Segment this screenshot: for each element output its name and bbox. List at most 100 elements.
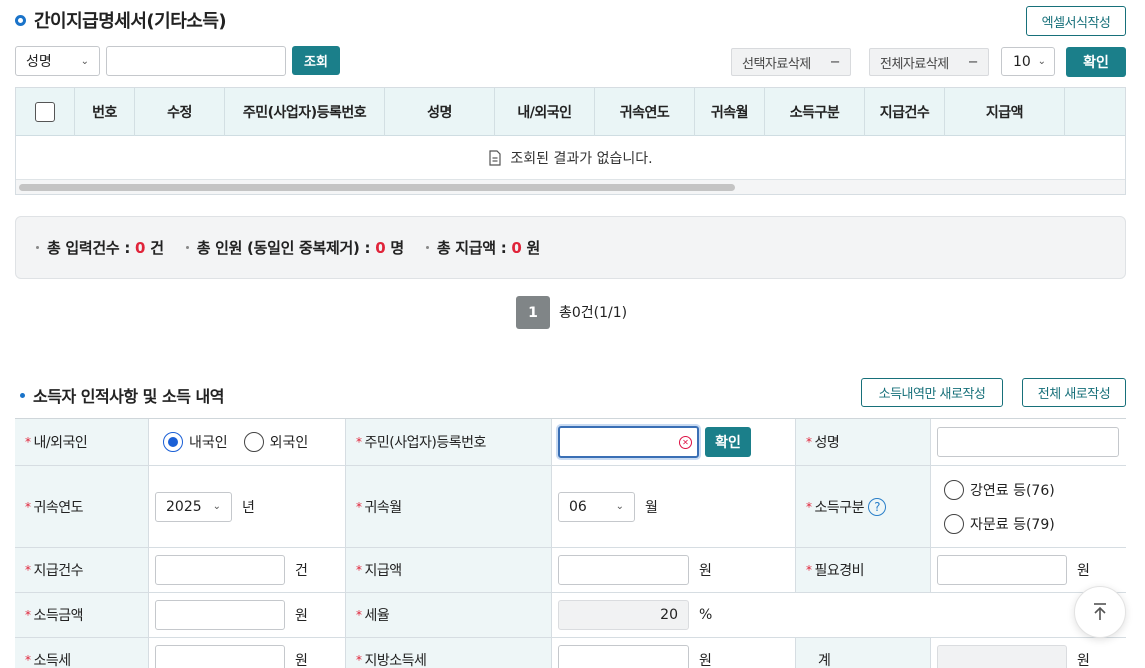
chevron-down-icon: ⌄ xyxy=(212,501,221,512)
radio-lecture-fee-indicator[interactable] xyxy=(944,479,964,500)
tax-rate-cell: 20 % xyxy=(552,593,1126,637)
regno-cell: ✕ 확인 xyxy=(552,419,796,465)
form-row-5: * 소득세 원 * 지방소득세 원 계 원 xyxy=(15,638,1126,668)
form-row-1: * 내/외국인 내국인 외국인 * 주민(사업자)등록번호 ✕ 확인 * 성명 xyxy=(15,419,1126,466)
col-regno[interactable]: 주민(사업자)등록번호 xyxy=(225,88,385,136)
page-1-button[interactable]: 1 xyxy=(516,296,550,329)
summary-total-people: 총 인원 (동일인 중복제거) : 0 명 xyxy=(185,237,404,258)
income-tax-input[interactable] xyxy=(155,645,285,668)
col-number[interactable]: 번호 xyxy=(75,88,135,136)
select-all-cell xyxy=(16,88,75,136)
search-field-select[interactable]: 성명 ⌄ xyxy=(15,46,100,76)
expense-label: * 필요경비 xyxy=(796,548,931,592)
radio-foreign[interactable]: 외국인 xyxy=(243,432,308,452)
new-income-only-button[interactable]: 소득내역만 새로작성 xyxy=(861,378,1003,407)
regno-input[interactable]: ✕ xyxy=(558,426,699,458)
scroll-top-button[interactable] xyxy=(1074,586,1126,638)
excel-form-button[interactable]: 엑셀서식작성 xyxy=(1026,6,1126,36)
radio-domestic-indicator[interactable] xyxy=(163,432,183,452)
year-cell: 2025 ⌄ 년 xyxy=(149,466,346,547)
confirm-button[interactable]: 확인 xyxy=(1066,47,1126,77)
count-input[interactable] xyxy=(155,555,285,585)
col-pay-amount[interactable]: 지급액 xyxy=(945,88,1065,136)
local-tax-input[interactable] xyxy=(558,645,689,668)
search-button[interactable]: 조회 xyxy=(292,46,340,75)
income-amount-cell: 원 xyxy=(149,593,346,637)
count-label: * 지급건수 xyxy=(15,548,149,592)
bullet-icon xyxy=(425,246,429,249)
radio-foreign-indicator[interactable] xyxy=(243,432,264,452)
clear-icon[interactable]: ✕ xyxy=(679,436,692,449)
search-input[interactable] xyxy=(106,46,286,76)
col-month[interactable]: 귀속월 xyxy=(695,88,765,136)
delete-all-button[interactable]: 전체자료삭제 − xyxy=(869,48,989,76)
radio-consulting-fee-indicator[interactable] xyxy=(944,513,964,534)
income-type-label: * 소득구분 ? xyxy=(796,466,931,547)
tax-rate-label: * 세율 xyxy=(346,593,552,637)
regno-confirm-button[interactable]: 확인 xyxy=(705,427,751,457)
local-tax-cell: 원 xyxy=(552,638,796,668)
chevron-down-icon: ⌄ xyxy=(80,55,89,67)
pay-label: * 지급액 xyxy=(346,548,552,592)
name-label: * 성명 xyxy=(796,419,931,465)
results-grid: 번호 수정 주민(사업자)등록번호 성명 내/외국인 귀속연도 귀속월 소득구분… xyxy=(15,87,1126,195)
income-type-cell: 강연료 등(76) 자문료 등(79) xyxy=(931,466,1126,547)
summary-box: 총 입력건수 : 0 건 총 인원 (동일인 중복제거) : 0 명 총 지급액… xyxy=(15,216,1126,279)
year-label: * 귀속연도 xyxy=(15,466,149,547)
name-cell xyxy=(931,419,1126,465)
col-edit[interactable]: 수정 xyxy=(135,88,225,136)
total-label: 계 xyxy=(796,638,931,668)
pay-input[interactable] xyxy=(558,555,689,585)
grid-header: 번호 수정 주민(사업자)등록번호 성명 내/외국인 귀속연도 귀속월 소득구분… xyxy=(16,88,1125,136)
arrow-up-icon xyxy=(1094,603,1106,620)
new-all-button[interactable]: 전체 새로작성 xyxy=(1022,378,1126,407)
expense-input[interactable] xyxy=(937,555,1067,585)
section-title: 소득자 인적사항 및 소득 내역 xyxy=(20,383,224,407)
bullet-icon xyxy=(185,246,189,249)
nationality-cell: 내국인 외국인 xyxy=(149,419,346,465)
regno-label: * 주민(사업자)등록번호 xyxy=(346,419,552,465)
page-title: 간이지급명세서(기타소득) xyxy=(15,8,227,32)
scrollbar-thumb[interactable] xyxy=(19,184,735,191)
name-input[interactable] xyxy=(937,427,1119,457)
bullet-icon xyxy=(36,246,39,249)
col-name[interactable]: 성명 xyxy=(385,88,495,136)
tax-rate-value: 20 xyxy=(558,600,689,630)
radio-domestic[interactable]: 내국인 xyxy=(163,432,228,452)
bullet-icon xyxy=(20,392,25,398)
radio-consulting-fee[interactable]: 자문료 등(79) xyxy=(944,513,1055,534)
month-label: * 귀속월 xyxy=(346,466,552,547)
income-form: *내/외국인 내국인 외국인 *주민(사업자)등록번호 ✕ 확인 *성명 xyxy=(15,418,1126,668)
summary-total-amount: 총 지급액 : 0 원 xyxy=(425,237,540,258)
nationality-label: * 내/외국인 xyxy=(15,419,149,465)
income-amount-label: * 소득금액 xyxy=(15,593,149,637)
summary-total-count: 총 입력건수 : 0 건 xyxy=(36,237,164,258)
month-select[interactable]: 06 ⌄ xyxy=(558,491,635,522)
title-ring-icon xyxy=(15,14,26,26)
radio-lecture-fee[interactable]: 강연료 등(76) xyxy=(944,479,1055,500)
local-tax-label: * 지방소득세 xyxy=(346,638,552,668)
select-all-checkbox[interactable] xyxy=(35,102,55,122)
income-tax-label: * 소득세 xyxy=(15,638,149,668)
delete-selected-button[interactable]: 선택자료삭제 − xyxy=(731,48,851,76)
form-row-3: * 지급건수 건 * 지급액 원 * 필요경비 원 xyxy=(15,548,1126,593)
col-pay-count[interactable]: 지급건수 xyxy=(865,88,945,136)
document-icon xyxy=(489,149,502,166)
help-icon[interactable]: ? xyxy=(868,497,887,516)
empty-row: 조회된 결과가 없습니다. xyxy=(16,136,1125,180)
form-row-2: * 귀속연도 2025 ⌄ 년 * 귀속월 06 ⌄ 월 * 소득구분 ? 강연… xyxy=(15,466,1126,548)
page-info: 총0건(1/1) xyxy=(559,305,628,321)
total-cell: 원 xyxy=(931,638,1126,668)
chevron-down-icon: ⌄ xyxy=(615,501,624,512)
horizontal-scrollbar[interactable] xyxy=(16,180,1125,194)
count-cell: 건 xyxy=(149,548,346,592)
income-amount-input[interactable] xyxy=(155,600,285,630)
total-value xyxy=(937,645,1067,668)
month-cell: 06 ⌄ 월 xyxy=(552,466,796,547)
col-expense[interactable]: 필요 xyxy=(1065,88,1125,136)
col-income-type[interactable]: 소득구분 xyxy=(765,88,865,136)
page-size-select[interactable]: 10 ⌄ xyxy=(1001,47,1055,76)
year-select[interactable]: 2025 ⌄ xyxy=(155,491,232,522)
col-year[interactable]: 귀속연도 xyxy=(595,88,695,136)
col-nationality[interactable]: 내/외국인 xyxy=(495,88,595,136)
